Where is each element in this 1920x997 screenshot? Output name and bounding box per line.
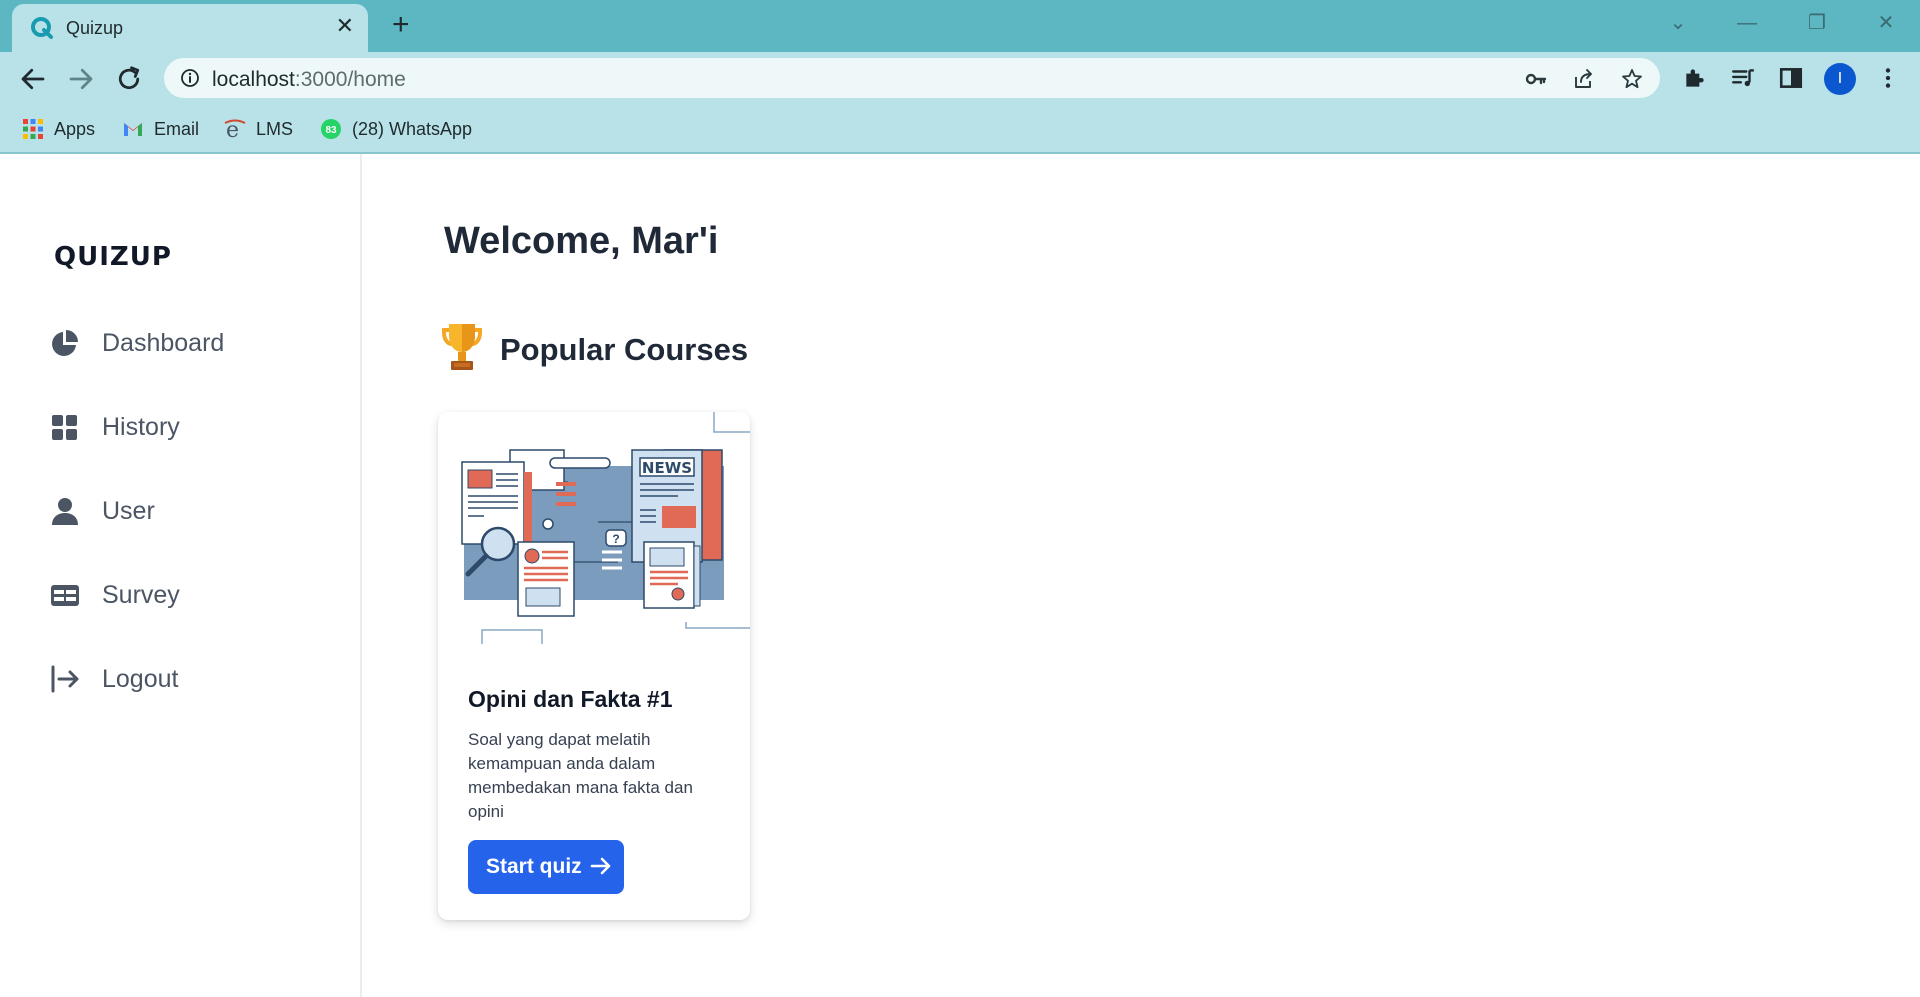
- bookmark-star-icon[interactable]: [1620, 67, 1644, 91]
- logout-icon: [51, 665, 79, 693]
- browser-toolbar: localhost:3000/home I: [0, 52, 1920, 104]
- address-bar[interactable]: localhost:3000/home: [164, 58, 1660, 98]
- site-info-icon[interactable]: [180, 68, 200, 88]
- grid-icon: [52, 415, 77, 440]
- quizup-favicon-icon: [31, 17, 53, 39]
- arrow-right-icon: [590, 857, 611, 875]
- browser-tab-strip: Quizup ✕ + ⌄ — ❐ ✕: [0, 0, 1920, 52]
- url-path: :3000/home: [294, 68, 406, 91]
- bookmark-label: Email: [154, 119, 200, 139]
- chrome-menu-kebab-icon[interactable]: [1875, 65, 1901, 91]
- bookmarks-bar: Apps Email e LMS 83 (28) WhatsApp: [0, 104, 1920, 154]
- trophy-icon: [442, 324, 482, 370]
- apps-grid-icon: [23, 119, 43, 139]
- bookmark-label: Apps: [54, 119, 96, 139]
- media-playlist-icon[interactable]: [1730, 65, 1756, 91]
- bookmark-lms[interactable]: e LMS: [224, 116, 293, 142]
- back-arrow-icon[interactable]: [18, 64, 48, 94]
- minimize-icon[interactable]: —: [1727, 8, 1767, 38]
- reload-icon[interactable]: [114, 64, 144, 94]
- close-window-icon[interactable]: ✕: [1866, 8, 1906, 38]
- tab-title: Quizup: [66, 18, 124, 38]
- gmail-icon: [124, 123, 142, 136]
- whatsapp-badge: 83: [325, 125, 337, 136]
- start-quiz-label: Start quiz: [486, 855, 582, 878]
- tab-search-chevron-icon[interactable]: ⌄: [1658, 8, 1698, 38]
- sidebar-item-user[interactable]: User: [50, 488, 330, 532]
- lms-icon: e: [224, 118, 246, 140]
- course-description: Soal yang dapat melatih kemampuan anda d…: [468, 730, 693, 821]
- sidebar-item-label: Survey: [102, 581, 180, 609]
- side-panel-icon[interactable]: [1778, 65, 1804, 91]
- sidebar: QUIZUP Dashboard History User Survey Log…: [0, 154, 362, 997]
- sidebar-item-dashboard[interactable]: Dashboard: [50, 320, 330, 364]
- sidebar-item-label: Dashboard: [102, 329, 225, 357]
- welcome-heading: Welcome, Mar'i: [444, 220, 719, 262]
- bookmark-apps[interactable]: Apps: [22, 116, 95, 142]
- start-quiz-button[interactable]: Start quiz: [468, 840, 624, 894]
- extensions-puzzle-icon[interactable]: [1682, 65, 1708, 91]
- password-key-icon[interactable]: [1524, 67, 1548, 91]
- user-icon: [52, 498, 78, 525]
- sidebar-item-label: History: [102, 413, 180, 441]
- close-tab-icon[interactable]: ✕: [336, 14, 354, 38]
- sidebar-item-label: User: [102, 497, 155, 525]
- pie-chart-icon: [52, 330, 78, 356]
- bookmark-label: LMS: [256, 119, 294, 139]
- restore-icon[interactable]: ❐: [1797, 8, 1837, 38]
- forward-arrow-icon[interactable]: [66, 64, 96, 94]
- main-content: Welcome, Mar'i Popular Courses ? NEWS Op…: [362, 154, 1920, 997]
- browser-tab[interactable]: Quizup ✕: [12, 4, 368, 52]
- url-text[interactable]: localhost:3000/home: [212, 68, 406, 92]
- course-title: Opini dan Fakta #1: [468, 686, 673, 712]
- section-title: Popular Courses: [500, 332, 749, 367]
- whatsapp-icon: 83: [321, 119, 341, 139]
- bookmark-whatsapp[interactable]: 83 (28) WhatsApp: [320, 116, 472, 142]
- news-illustration-image: ? NEWS: [461, 412, 750, 644]
- svg-text:?: ?: [612, 532, 619, 546]
- sidebar-item-label: Logout: [102, 665, 179, 693]
- illustration-news-text: NEWS: [642, 459, 692, 477]
- sidebar-item-logout[interactable]: Logout: [50, 656, 330, 700]
- app-root: QUIZUP Dashboard History User Survey Log…: [0, 154, 1920, 997]
- bookmark-email[interactable]: Email: [122, 116, 199, 142]
- course-card[interactable]: ? NEWS Opini dan Fakta #1 Soal yang dapa…: [438, 412, 750, 920]
- url-host: localhost: [212, 68, 295, 91]
- profile-avatar[interactable]: I: [1824, 63, 1856, 95]
- share-icon[interactable]: [1572, 67, 1596, 91]
- new-tab-icon[interactable]: +: [392, 10, 410, 40]
- sidebar-item-survey[interactable]: Survey: [50, 572, 330, 616]
- table-icon: [51, 585, 79, 606]
- brand-logo-text[interactable]: QUIZUP: [54, 242, 172, 272]
- sidebar-item-history[interactable]: History: [50, 404, 330, 448]
- bookmark-label: (28) WhatsApp: [352, 119, 473, 139]
